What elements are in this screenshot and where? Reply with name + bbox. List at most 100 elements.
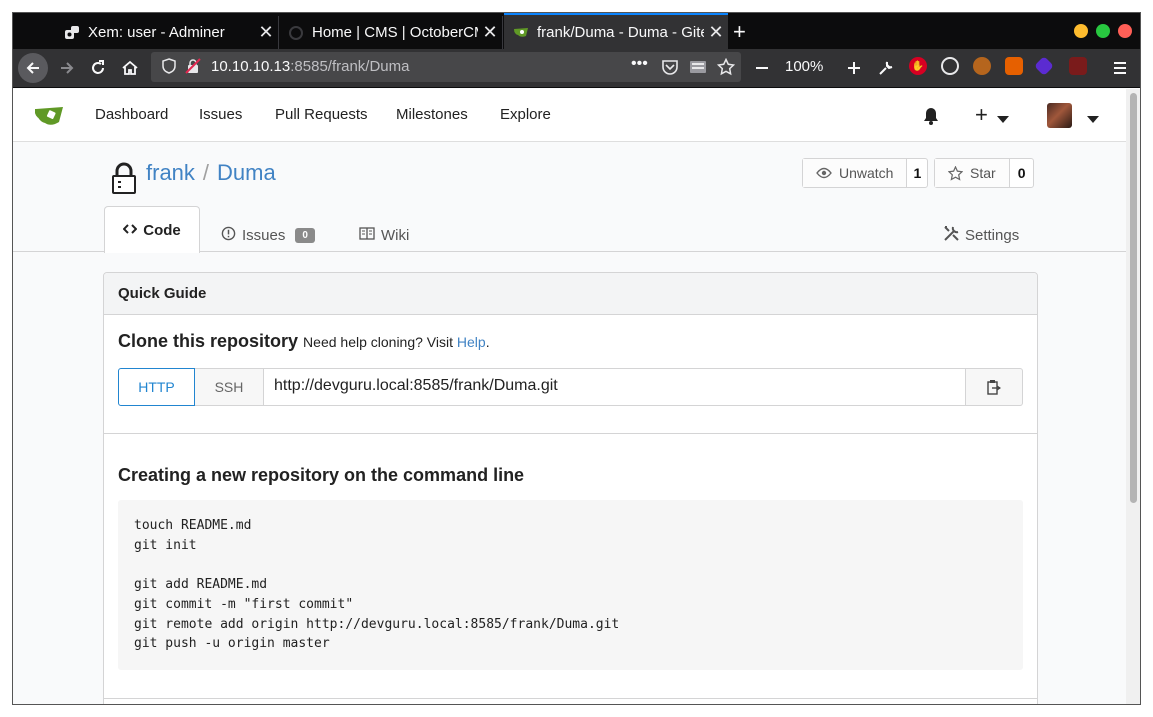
zoom-out-button[interactable] — [747, 53, 777, 83]
wrench-icon[interactable] — [871, 53, 901, 83]
clone-help-text: Need help cloning? Visit Help. — [303, 334, 490, 350]
home-icon — [122, 60, 138, 75]
cors-extension-icon[interactable] — [1069, 57, 1087, 75]
tools-icon — [943, 225, 960, 246]
issues-count-badge: 0 — [295, 228, 315, 243]
user-menu-chevron-icon[interactable] — [1087, 111, 1099, 129]
ssh-clone-button[interactable]: SSH — [195, 368, 264, 406]
insecure-lock-icon[interactable] — [185, 58, 201, 79]
clone-heading: Clone this repository Need help cloning?… — [118, 331, 490, 352]
nav-dashboard[interactable]: Dashboard — [95, 106, 168, 123]
eye-icon — [816, 167, 832, 179]
tab-gitea[interactable]: frank/Duma - Duma - Gitea ✕ — [504, 13, 728, 49]
clone-help-prefix: Need help cloning? Visit — [303, 334, 457, 350]
nav-toolbar: 10.10.10.13:8585/frank/Duma ••• 100% ✋ — [13, 49, 1140, 88]
repo-path-separator: / — [202, 160, 210, 185]
shield-icon[interactable] — [161, 58, 177, 79]
home-button[interactable] — [115, 53, 145, 83]
gitea-logo-icon[interactable] — [34, 105, 65, 132]
page-scrollbar[interactable] — [1126, 89, 1140, 704]
url-text[interactable]: 10.10.10.13:8585/frank/Duma — [211, 58, 409, 75]
cookie-editor-icon[interactable] — [973, 57, 991, 75]
watch-count[interactable]: 1 — [907, 159, 927, 187]
new-tab-button[interactable]: + — [733, 19, 746, 45]
plus-icon: + — [975, 102, 988, 127]
help-period: . — [485, 334, 490, 350]
tab-settings-label: Settings — [965, 227, 1020, 244]
chevron-down-icon[interactable] — [997, 111, 1009, 129]
close-tab-icon[interactable]: ✕ — [478, 22, 502, 43]
tab-title: Home | CMS | OctoberCMS — [312, 24, 478, 41]
tab-settings[interactable]: Settings — [943, 218, 1019, 253]
maximize-button[interactable] — [1096, 24, 1110, 38]
browser-window: Xem: user - Adminer ✕ Home | CMS | Octob… — [13, 13, 1140, 704]
tab-title: Xem: user - Adminer — [88, 24, 225, 41]
help-link[interactable]: Help — [457, 334, 486, 350]
clone-title: Clone this repository — [118, 331, 299, 351]
reader-view-icon[interactable] — [689, 58, 707, 81]
tab-adminer[interactable]: Xem: user - Adminer ✕ — [55, 16, 279, 49]
unwatch-button[interactable]: Unwatch — [803, 159, 908, 187]
page-actions-icon[interactable]: ••• — [631, 55, 648, 73]
close-window-button[interactable] — [1118, 24, 1132, 38]
tab-octobercms[interactable]: Home | CMS | OctoberCMS ✕ — [279, 16, 503, 49]
quick-guide-panel: Quick Guide Clone this repository Need h… — [103, 272, 1038, 704]
tab-issues-label: Issues — [242, 227, 286, 244]
repo-header: frank / Duma Unwatch 1 Star 0 Code Issue… — [13, 142, 1126, 253]
quick-guide-title: Quick Guide — [104, 273, 1037, 315]
unwatch-label: Unwatch — [839, 165, 894, 181]
back-button[interactable] — [18, 53, 48, 83]
http-clone-button[interactable]: HTTP — [118, 368, 195, 406]
nav-issues[interactable]: Issues — [199, 106, 242, 123]
repo-title: frank / Duma — [146, 160, 276, 186]
new-repo-heading: Creating a new repository on the command… — [118, 465, 525, 485]
gitea-favicon-icon — [513, 24, 529, 40]
ublock-icon[interactable]: ✋ — [909, 57, 927, 75]
code-brackets-icon — [122, 222, 138, 238]
tab-issues[interactable]: Issues 0 — [221, 218, 315, 253]
tab-code-label: Code — [143, 221, 181, 239]
notification-bell-icon[interactable] — [923, 107, 939, 130]
star-label: Star — [970, 165, 996, 181]
nav-explore[interactable]: Explore — [500, 106, 551, 123]
zoom-level[interactable]: 100% — [785, 58, 823, 75]
wappalyzer-icon[interactable] — [1034, 56, 1054, 76]
plus-icon — [848, 62, 860, 74]
nav-milestones[interactable]: Milestones — [396, 106, 468, 123]
cookie-icon[interactable] — [941, 57, 959, 75]
pocket-icon[interactable] — [661, 58, 679, 81]
repo-owner-link[interactable]: frank — [146, 160, 195, 185]
tab-title: frank/Duma - Duma - Gitea — [537, 23, 704, 41]
back-arrow-icon — [26, 62, 39, 74]
url-bar[interactable]: 10.10.10.13:8585/frank/Duma ••• — [151, 52, 741, 82]
url-path: :8585/frank/Duma — [290, 58, 410, 75]
close-tab-icon[interactable]: ✕ — [704, 22, 728, 43]
tab-wiki[interactable]: Wiki — [359, 218, 409, 253]
copy-url-button[interactable] — [966, 368, 1023, 406]
forward-button[interactable] — [52, 53, 82, 83]
zoom-in-button[interactable] — [839, 53, 869, 83]
panel-divider-bottom — [104, 698, 1037, 699]
close-tab-icon[interactable]: ✕ — [254, 22, 278, 43]
create-new-button[interactable]: + — [975, 102, 988, 128]
star-icon — [948, 165, 963, 181]
tab-code[interactable]: Code — [104, 206, 200, 253]
reload-button[interactable] — [83, 53, 113, 83]
nav-pull-requests[interactable]: Pull Requests — [275, 106, 368, 123]
minus-icon — [756, 67, 768, 69]
watch-button-group: Unwatch 1 — [802, 158, 929, 188]
octobercms-favicon-icon — [288, 25, 304, 41]
minimize-button[interactable] — [1074, 24, 1088, 38]
adminer-favicon-icon — [64, 25, 80, 41]
star-count[interactable]: 0 — [1010, 159, 1034, 187]
scrollbar-thumb[interactable] — [1130, 93, 1137, 503]
avatar[interactable] — [1047, 103, 1072, 128]
hamburger-menu-button[interactable] — [1105, 53, 1135, 83]
private-lock-icon — [111, 162, 137, 199]
tab-bar: Xem: user - Adminer ✕ Home | CMS | Octob… — [13, 13, 1140, 49]
bookmark-star-icon[interactable] — [716, 57, 736, 81]
foxyproxy-icon[interactable] — [1005, 57, 1023, 75]
clone-url-input[interactable]: http://devguru.local:8585/frank/Duma.git — [264, 368, 966, 406]
repo-name-link[interactable]: Duma — [217, 160, 276, 185]
star-button[interactable]: Star — [935, 159, 1010, 187]
